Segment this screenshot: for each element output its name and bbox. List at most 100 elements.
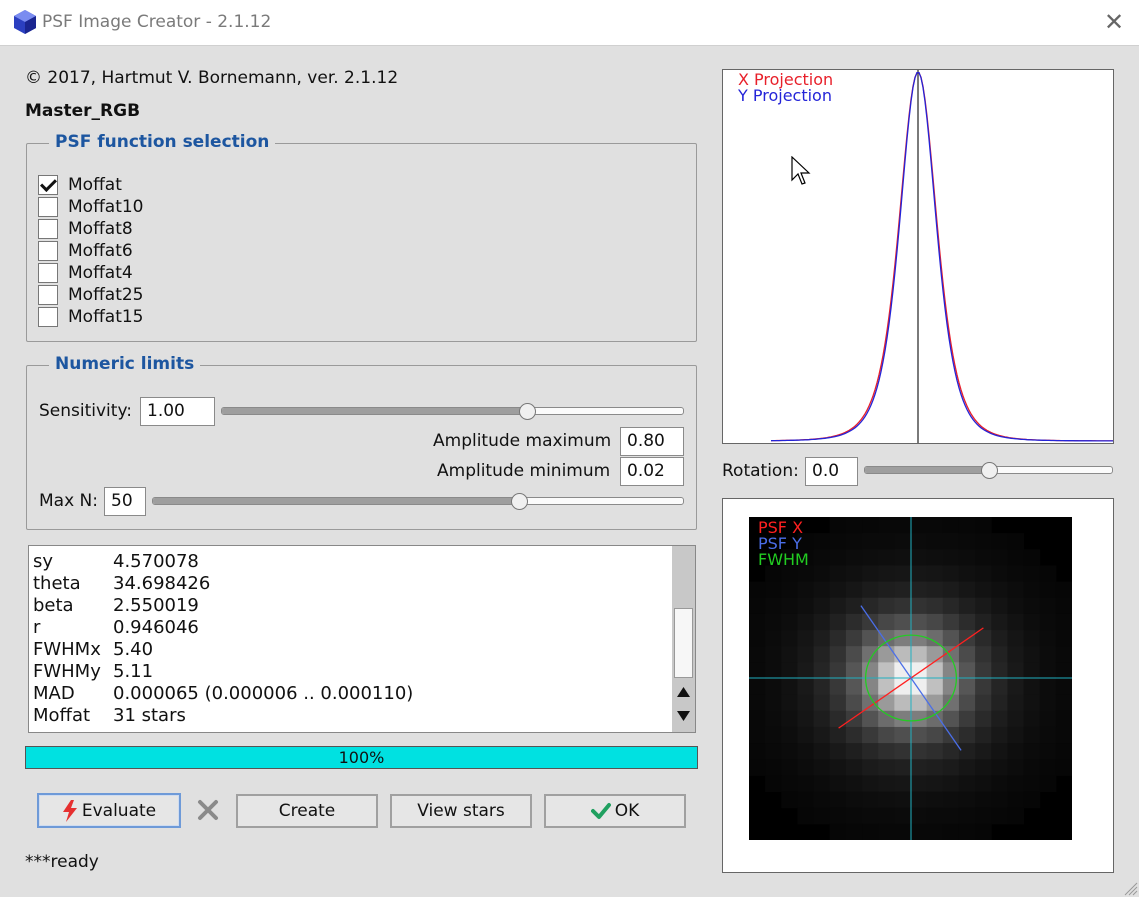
psf-pixel	[942, 517, 960, 534]
checkbox[interactable]	[38, 263, 58, 283]
psf-pixel	[975, 549, 992, 566]
psf-pixel	[1039, 662, 1057, 679]
rotation-slider-thumb[interactable]	[980, 462, 998, 479]
checkbox[interactable]	[38, 285, 58, 305]
view-stars-button[interactable]: View stars	[390, 794, 532, 828]
psf-pixel	[1055, 759, 1072, 776]
mouse-cursor-icon	[791, 156, 811, 185]
psf-option-moffat25[interactable]: Moffat25	[38, 284, 144, 306]
psf-pixel	[958, 517, 976, 534]
y-projection-curve	[770, 71, 1113, 442]
resize-grip-icon[interactable]	[1122, 880, 1138, 896]
psf-pixel	[1055, 743, 1072, 760]
psf-pixel	[829, 678, 847, 696]
psf-pixel	[781, 581, 798, 599]
checkbox[interactable]	[38, 241, 58, 261]
psf-pixel	[862, 823, 879, 840]
max-n-slider-thumb[interactable]	[511, 493, 529, 510]
psf-pixel	[1023, 678, 1041, 696]
checkbox[interactable]	[38, 175, 58, 195]
psf-pixel	[894, 775, 911, 793]
cancel-x-icon[interactable]	[197, 799, 219, 821]
rotation-input[interactable]: 0.0	[805, 457, 858, 486]
sensitivity-slider-track[interactable]	[221, 407, 684, 415]
psf-pixel	[862, 630, 879, 647]
evaluate-button[interactable]: Evaluate	[37, 793, 181, 828]
psf-pixel	[1039, 759, 1057, 776]
psf-pixel	[975, 775, 992, 793]
psf-pixel	[1023, 726, 1041, 744]
results-scrollbar[interactable]	[672, 546, 695, 732]
psf-pixel	[1039, 743, 1057, 760]
psf-pixel	[894, 533, 911, 550]
result-key: sy	[33, 551, 54, 572]
sensitivity-input[interactable]: 1.00	[140, 397, 215, 426]
psf-option-moffat[interactable]: Moffat	[38, 174, 122, 196]
psf-pixel	[958, 613, 976, 631]
amplitude-max-input[interactable]: 0.80	[620, 427, 684, 456]
scroll-down-icon[interactable]	[676, 710, 691, 722]
psf-pixel	[910, 759, 928, 776]
psf-pixel	[894, 791, 911, 809]
psf-pixel	[926, 646, 944, 663]
psf-pixel	[958, 694, 976, 712]
psf-pixel	[926, 775, 944, 793]
sensitivity-slider-thumb[interactable]	[518, 403, 536, 420]
psf-option-label: Moffat4	[68, 263, 133, 283]
psf-pixel	[862, 759, 879, 776]
checkmark-icon	[590, 803, 611, 819]
psf-pixel	[845, 775, 863, 793]
psf-option-moffat15[interactable]: Moffat15	[38, 306, 144, 328]
psf-pixel	[991, 694, 1008, 712]
psf-pixel	[829, 759, 847, 776]
psf-pixel	[894, 565, 911, 583]
create-button[interactable]: Create	[236, 794, 378, 828]
checkbox[interactable]	[38, 219, 58, 239]
psf-pixel	[845, 630, 863, 647]
psf-pixel	[1007, 759, 1025, 776]
psf-pixel	[991, 791, 1008, 809]
psf-pixel	[749, 726, 766, 744]
psf-pixel	[862, 775, 879, 793]
psf-pixel	[829, 823, 847, 840]
psf-pixel	[942, 533, 960, 550]
psf-pixel	[1039, 597, 1057, 615]
psf-pixel	[1055, 694, 1072, 712]
results-list[interactable]: sy 4.570078 theta 34.698426 beta 2.550019 r 0.9…	[28, 545, 696, 733]
psf-pixel	[797, 791, 815, 809]
psf-pixel	[1007, 597, 1025, 615]
close-button[interactable]: ✕	[1100, 8, 1128, 36]
psf-pixel	[749, 678, 766, 696]
psf-option-moffat6[interactable]: Moffat6	[38, 240, 133, 262]
psf-pixel	[910, 565, 928, 583]
psf-pixel	[1023, 710, 1041, 728]
status-text: ***ready	[25, 852, 99, 872]
amplitude-min-input[interactable]: 0.02	[620, 457, 684, 486]
psf-pixel	[765, 759, 782, 776]
max-n-slider-track[interactable]	[152, 497, 684, 505]
psf-pixel	[813, 775, 831, 793]
psf-option-moffat4[interactable]: Moffat4	[38, 262, 133, 284]
psf-pixel	[1039, 581, 1057, 599]
ok-button[interactable]: OK	[544, 794, 686, 828]
checkbox[interactable]	[38, 197, 58, 217]
scroll-up-icon[interactable]	[676, 686, 691, 698]
max-n-input[interactable]: 50	[104, 487, 146, 516]
psf-pixel	[878, 791, 895, 809]
scrollbar-thumb[interactable]	[674, 608, 693, 678]
psf-pixel	[813, 791, 831, 809]
psf-pixel	[1039, 710, 1057, 728]
psf-pixel	[1039, 565, 1057, 583]
psf-pixel	[845, 807, 863, 825]
psf-pixel	[781, 646, 798, 663]
psf-pixel	[894, 807, 911, 825]
y-projection-legend: Y Projection	[738, 86, 832, 105]
psf-option-moffat8[interactable]: Moffat8	[38, 218, 133, 240]
checkbox[interactable]	[38, 307, 58, 327]
psf-pixel	[878, 581, 895, 599]
psf-option-moffat10[interactable]: Moffat10	[38, 196, 144, 218]
psf-pixel	[975, 678, 992, 696]
psf-pixel	[862, 743, 879, 760]
result-value: 2.550019	[113, 595, 199, 616]
psf-pixel	[926, 565, 944, 583]
